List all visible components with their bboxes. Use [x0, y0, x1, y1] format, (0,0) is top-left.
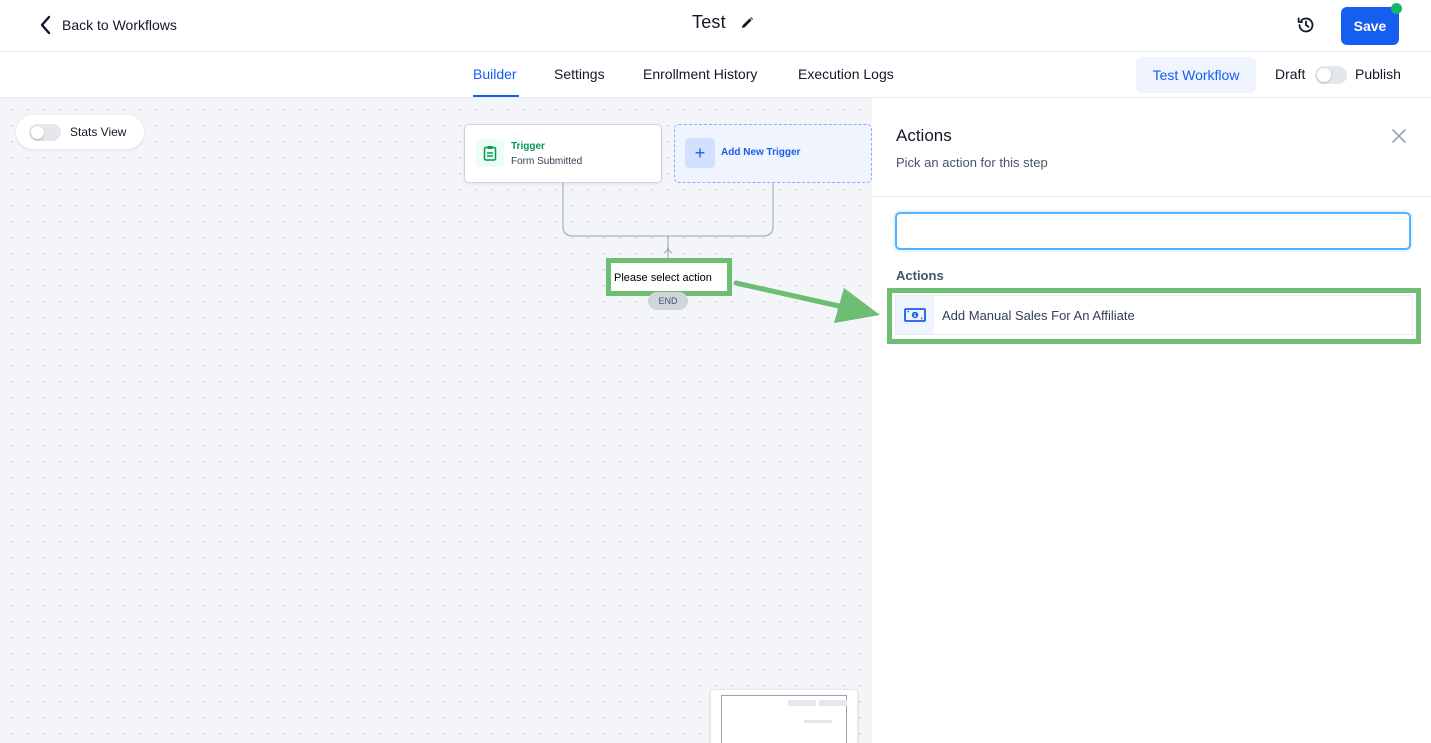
test-workflow-button[interactable]: Test Workflow — [1136, 57, 1256, 93]
toggle-knob — [31, 126, 44, 139]
panel-subtitle: Pick an action for this step — [896, 155, 1048, 170]
svg-text:$: $ — [913, 313, 916, 319]
workflow-title-area: Test — [692, 12, 754, 33]
money-bill-icon: $ — [896, 296, 934, 334]
pencil-icon[interactable] — [740, 16, 754, 30]
draft-label: Draft — [1275, 66, 1306, 82]
tab-builder[interactable]: Builder — [473, 66, 517, 82]
select-action-node[interactable]: Please select action — [606, 258, 732, 296]
tab-enrollment-history[interactable]: Enrollment History — [643, 66, 757, 82]
stats-view-label: Stats View — [70, 125, 127, 139]
publish-label: Publish — [1355, 66, 1401, 82]
canvas-minimap[interactable] — [710, 689, 858, 743]
trigger-node[interactable]: Trigger Form Submitted — [464, 124, 662, 183]
panel-title: Actions — [896, 126, 952, 145]
end-node: END — [648, 292, 688, 310]
action-search-input[interactable] — [895, 212, 1411, 250]
panel-divider — [872, 196, 1431, 197]
back-label: Back to Workflows — [62, 17, 177, 33]
minimap-viewport — [721, 695, 847, 743]
select-action-label: Please select action — [614, 272, 712, 284]
minimap-node — [804, 720, 832, 723]
tab-execution-logs[interactable]: Execution Logs — [798, 66, 894, 82]
active-tab-indicator — [473, 95, 519, 97]
actions-panel: Actions Pick an action for this step Act… — [872, 98, 1431, 743]
publish-toggle[interactable] — [1315, 66, 1347, 84]
toggle-knob — [1317, 68, 1331, 82]
history-icon[interactable] — [1295, 14, 1317, 36]
clipboard-icon — [476, 139, 504, 167]
add-new-trigger-label: Add New Trigger — [721, 147, 801, 158]
back-to-workflows-link[interactable]: Back to Workflows — [38, 14, 177, 36]
minimap-node — [788, 700, 816, 706]
action-item-label: Add Manual Sales For An Affiliate — [942, 308, 1135, 323]
stats-view-toggle[interactable] — [29, 124, 61, 141]
add-new-trigger-node[interactable]: + Add New Trigger — [674, 124, 872, 183]
workflow-title: Test — [692, 12, 726, 32]
chevron-left-icon — [40, 15, 51, 35]
trigger-subtitle: Form Submitted — [511, 156, 583, 167]
top-bar: Back to Workflows Test Save — [0, 0, 1431, 52]
tab-bar: Builder Settings Enrollment History Exec… — [0, 52, 1431, 98]
workflow-canvas[interactable]: Stats View Trigger Form Submitted + Add … — [0, 98, 872, 743]
trigger-title: Trigger — [511, 141, 545, 152]
stats-view-control: Stats View — [16, 115, 144, 149]
close-icon[interactable] — [1390, 127, 1408, 145]
save-button[interactable]: Save — [1341, 7, 1399, 45]
tab-settings[interactable]: Settings — [554, 66, 605, 82]
action-item-add-manual-sales[interactable]: $ Add Manual Sales For An Affiliate — [895, 295, 1413, 335]
connector-lines — [562, 183, 774, 258]
actions-section-label: Actions — [896, 268, 944, 283]
minimap-node — [819, 700, 847, 706]
unsaved-status-dot — [1391, 3, 1402, 14]
plus-icon: + — [685, 138, 715, 168]
